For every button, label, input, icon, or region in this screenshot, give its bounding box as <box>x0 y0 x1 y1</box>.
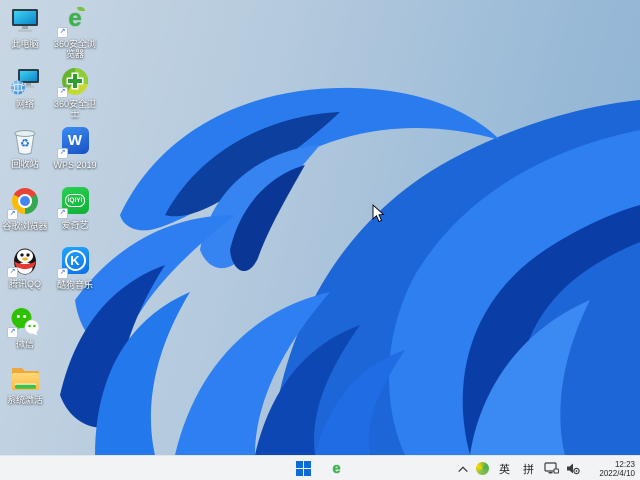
shortcut-arrow-icon: ↗ <box>57 148 68 159</box>
network-icon <box>9 66 41 96</box>
desktop-icon-label: WPS 2019 <box>53 160 97 170</box>
svg-text:♻: ♻ <box>20 138 30 150</box>
taskbar-360-browser-button[interactable]: e <box>327 458 347 479</box>
desktop-icon-recycle-bin[interactable]: ♻ 回收站 <box>0 126 50 169</box>
this-pc-icon <box>9 6 41 36</box>
desktop-icon-label: 回收站 <box>11 159 39 169</box>
desktop: 此电脑 网络 ♻ 回收站 ↗ 谷歌浏览器 ↗ 腾讯QQ ↗ 微信 系统激活 e … <box>0 0 640 480</box>
desktop-icon-iqiyi[interactable]: iQIYI ↗ 爱奇艺 <box>50 186 100 230</box>
desktop-icon-label: 360安全浏览器 <box>53 39 97 59</box>
desktop-icon-360-guard[interactable]: ↗ 360安全卫士 <box>50 66 100 119</box>
desktop-icon-label: 腾讯QQ <box>8 279 41 289</box>
shortcut-arrow-icon: ↗ <box>57 208 68 219</box>
clock-date: 2022/4/10 <box>599 468 635 478</box>
desktop-icon-qq[interactable]: ↗ 腾讯QQ <box>0 246 50 289</box>
360-browser-icon: e ↗ <box>57 6 91 38</box>
360-guard-tray-icon[interactable] <box>476 462 489 475</box>
shortcut-arrow-icon: ↗ <box>7 209 18 220</box>
360-browser-icon: e <box>332 459 341 477</box>
mouse-cursor <box>372 204 385 223</box>
taskbar: e 英 拼 12:23 2022/4/10 <box>0 455 640 480</box>
wps-icon: W ↗ <box>57 127 91 159</box>
system-tray: 英 拼 12:23 2022/4/10 <box>457 456 640 480</box>
display-network-icon[interactable] <box>544 462 559 475</box>
iqiyi-icon: iQIYI ↗ <box>57 187 91 219</box>
desktop-icon-label: 微信 <box>15 339 34 349</box>
desktop-icon-label: 系统激活 <box>6 395 43 405</box>
folder-icon <box>9 362 41 392</box>
desktop-icon-label: 爱奇艺 <box>61 220 89 230</box>
volume-settings-icon[interactable] <box>566 462 580 475</box>
desktop-icon-kugou[interactable]: K ↗ 酷狗音乐 <box>50 246 100 290</box>
taskbar-clock[interactable]: 12:23 2022/4/10 <box>591 460 635 478</box>
shortcut-arrow-icon: ↗ <box>57 27 68 38</box>
desktop-icon-label: 网络 <box>15 99 34 109</box>
shortcut-arrow-icon: ↗ <box>7 327 18 338</box>
desktop-icon-label: 酷狗音乐 <box>56 280 93 290</box>
shortcut-arrow-icon: ↗ <box>57 87 68 98</box>
desktop-icon-wechat[interactable]: ↗ 微信 <box>0 306 50 349</box>
desktop-icon-activation-folder[interactable]: 系统激活 <box>0 362 50 405</box>
clock-time: 12:23 <box>614 459 635 469</box>
desktop-icon-label: 此电脑 <box>11 39 39 49</box>
desktop-icon-wps[interactable]: W ↗ WPS 2019 <box>50 126 100 170</box>
leaf-icon <box>77 7 85 11</box>
desktop-icon-label: 360安全卫士 <box>53 99 97 119</box>
shortcut-arrow-icon: ↗ <box>57 268 68 279</box>
hidden-icons-chevron[interactable] <box>457 464 469 474</box>
wechat-icon: ↗ <box>7 306 41 338</box>
desktop-icon-this-pc[interactable]: 此电脑 <box>0 6 50 49</box>
desktop-icon-360-browser[interactable]: e ↗ 360安全浏览器 <box>50 6 100 60</box>
ime-pinyin-indicator[interactable]: 拼 <box>520 461 537 477</box>
ime-english-indicator[interactable]: 英 <box>496 461 513 477</box>
desktop-icon-label: 谷歌浏览器 <box>2 221 48 231</box>
desktop-icon-network[interactable]: 网络 <box>0 66 50 109</box>
desktop-icon-chrome[interactable]: ↗ 谷歌浏览器 <box>0 186 50 231</box>
windows-logo-icon <box>296 461 311 476</box>
kugou-icon: K ↗ <box>57 247 91 279</box>
chrome-icon: ↗ <box>7 188 41 220</box>
recycle-bin-icon: ♻ <box>9 126 41 156</box>
shortcut-arrow-icon: ↗ <box>7 267 18 278</box>
360-guard-icon: ↗ <box>57 66 91 98</box>
start-button[interactable] <box>294 458 314 479</box>
qq-penguin-icon: ↗ <box>7 246 41 278</box>
